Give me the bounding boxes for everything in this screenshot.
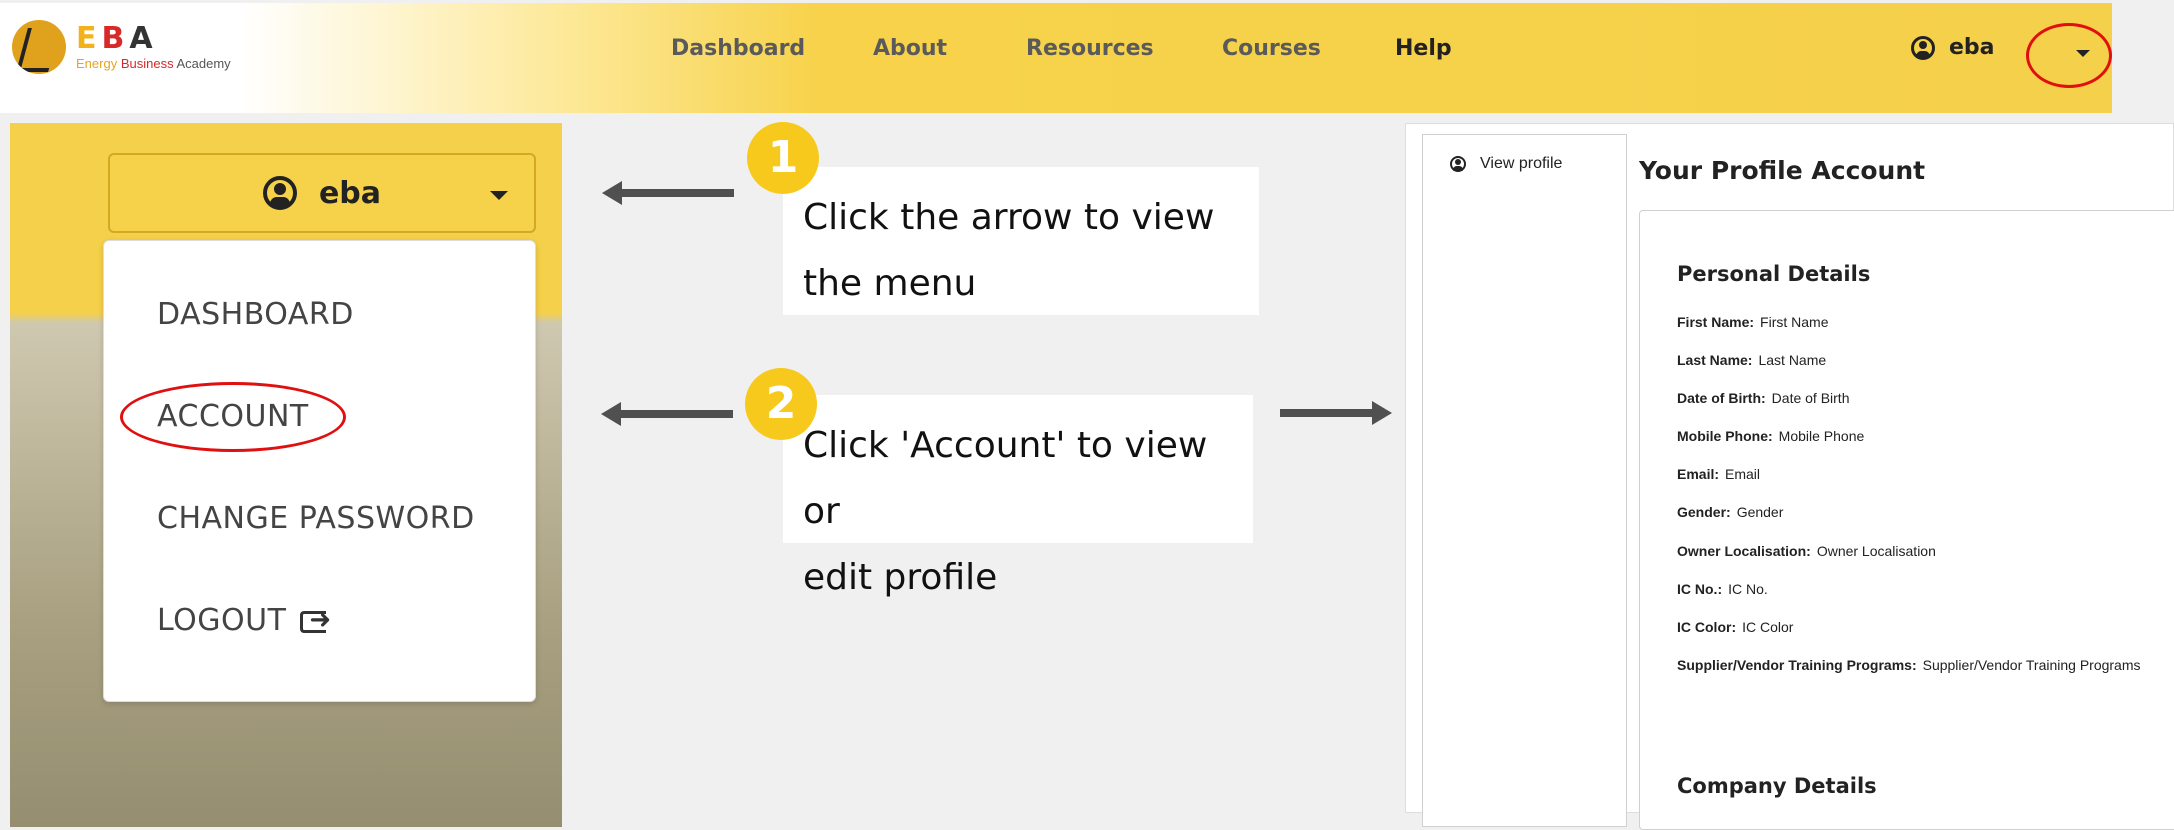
logo-emblem-icon — [12, 20, 66, 74]
menu-item-change-password[interactable]: CHANGE PASSWORD — [157, 501, 475, 536]
field-first-name: First Name: First Name — [1677, 314, 1829, 330]
callout-step-2: Click 'Account' to view or edit profile — [783, 395, 1253, 598]
dropdown-username: eba — [318, 175, 382, 211]
nav-help[interactable]: Help — [1395, 36, 1452, 61]
nav-user-menu[interactable]: eba — [1911, 35, 1995, 60]
arrow-left-2 — [601, 402, 733, 426]
user-circle-icon — [262, 176, 297, 210]
user-circle-icon — [1450, 156, 1466, 172]
menu-item-logout[interactable]: LOGOUT — [157, 603, 332, 638]
logout-icon — [300, 605, 332, 635]
field-date-of-birth: Date of Birth: Date of Birth — [1677, 390, 1850, 406]
profile-sidebar — [1422, 134, 1627, 827]
callout-1-line-2: the menu — [803, 263, 977, 304]
logo-tagline: Energy Business Academy — [76, 55, 231, 71]
arrow-left-1 — [602, 181, 734, 205]
brand-logo[interactable]: EBA Energy Business Academy — [12, 20, 231, 74]
user-dropdown-button[interactable]: eba — [108, 153, 536, 233]
logo-letters: EBA — [76, 20, 158, 56]
nav-about[interactable]: About — [873, 36, 947, 61]
callout-step-1: Click the arrow to view the menu — [783, 167, 1259, 315]
user-circle-icon — [1911, 35, 1935, 60]
view-profile-link[interactable]: View profile — [1450, 155, 1562, 173]
callout-1-line-1: Click the arrow to view — [803, 197, 1215, 238]
callout-2-line-1: Click 'Account' to view or — [803, 425, 1208, 532]
field-gender: Gender: Gender — [1677, 504, 1784, 520]
dropdown-menu: DASHBOARD ACCOUNT CHANGE PASSWORD LOGOUT — [103, 240, 536, 702]
menu-item-dashboard[interactable]: DASHBOARD — [157, 297, 354, 332]
step-badge-2: 2 — [745, 368, 817, 440]
profile-card — [1639, 210, 2174, 830]
field-last-name: Last Name: Last Name — [1677, 352, 1827, 368]
field-supplier-vendor-training: Supplier/Vendor Training Programs: Suppli… — [1677, 657, 2141, 673]
field-ic-no: IC No.: IC No. — [1677, 581, 1768, 597]
step-badge-1: 1 — [747, 122, 819, 194]
field-email: Email: Email — [1677, 466, 1761, 482]
field-owner-localisation: Owner Localisation: Owner Localisation — [1677, 543, 1936, 559]
field-ic-color: IC Color: IC Color — [1677, 619, 1794, 635]
personal-details-heading: Personal Details — [1677, 262, 1871, 286]
logout-label: LOGOUT — [157, 603, 287, 638]
company-details-heading: Company Details — [1677, 774, 1877, 798]
view-profile-label: View profile — [1480, 155, 1563, 172]
field-mobile-phone: Mobile Phone: Mobile Phone — [1677, 428, 1865, 444]
nav-courses[interactable]: Courses — [1222, 36, 1321, 61]
callout-2-line-2: edit profile — [803, 557, 998, 598]
highlight-ring-arrow — [2026, 23, 2112, 88]
caret-down-icon — [490, 191, 508, 200]
arrow-right-1 — [1280, 401, 1392, 425]
nav-resources[interactable]: Resources — [1026, 36, 1154, 61]
nav-dashboard[interactable]: Dashboard — [671, 36, 805, 61]
nav-username: eba — [1949, 35, 1995, 60]
highlight-ring-account — [120, 382, 346, 452]
page-title: Your Profile Account — [1639, 156, 1926, 185]
